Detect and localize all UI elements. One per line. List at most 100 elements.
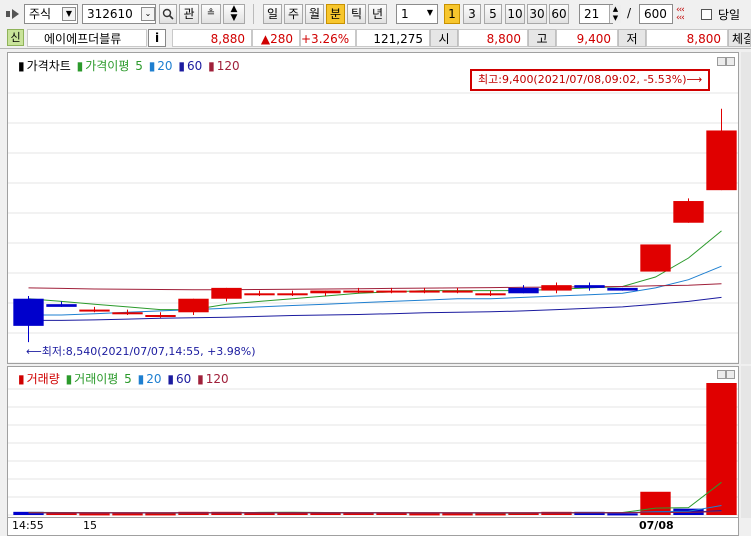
preset-10-label: 10 xyxy=(507,7,523,21)
open-label-text: 시 xyxy=(438,32,450,46)
candle-body xyxy=(343,290,374,293)
volume-value: 121,275 xyxy=(373,32,423,46)
candle-body xyxy=(277,293,308,296)
period-tab-minute-label: 분 xyxy=(329,7,342,21)
change-percent-value: +3.26% xyxy=(301,32,350,46)
price-ma60-label: 60 xyxy=(187,59,203,73)
legend-marker-price: ▮ xyxy=(18,59,25,73)
legend-marker-vma: ▮ xyxy=(65,372,73,386)
period-tab-minute[interactable]: 분 xyxy=(326,4,345,24)
period-tab-week[interactable]: 주 xyxy=(284,4,303,24)
price-ma-line-60 xyxy=(28,296,722,321)
preset-1-button[interactable]: 1 xyxy=(444,4,460,24)
candle-body xyxy=(13,298,44,326)
total-count-input[interactable]: 600 xyxy=(639,4,673,24)
current-price-value: 8,880 xyxy=(210,32,245,46)
preset-60-button[interactable]: 60 xyxy=(549,4,569,24)
candle-body xyxy=(541,285,572,291)
candle-body xyxy=(112,312,143,315)
period-tab-day-label: 일 xyxy=(266,7,279,21)
info-button[interactable]: i xyxy=(148,29,166,47)
interest-label: 관 xyxy=(183,7,195,21)
open-price: 8,800 xyxy=(458,29,528,47)
volume-panel-minimize-icon[interactable] xyxy=(717,370,726,379)
toolbar-divider xyxy=(253,4,254,24)
price-moving-averages xyxy=(28,230,722,321)
chevron-down-icon[interactable]: ▼ xyxy=(423,7,437,21)
volume-ma5-label: 5 xyxy=(124,372,132,386)
preset-3-button[interactable]: 3 xyxy=(463,4,481,24)
legend-marker-vma20: ▮ xyxy=(137,372,145,386)
price-gridlines xyxy=(8,92,738,363)
preset-5-label: 5 xyxy=(489,7,497,21)
preset-5-button[interactable]: 5 xyxy=(484,4,502,24)
info-label: i xyxy=(154,31,160,45)
x-axis-label-0708: 07/08 xyxy=(639,519,674,532)
period-tab-week-label: 주 xyxy=(287,7,300,21)
updown-stepper-icon[interactable]: ▲ ▼ xyxy=(223,4,245,24)
same-day-checkbox[interactable] xyxy=(701,9,712,20)
chevron-down-icon[interactable]: ▼ xyxy=(62,7,76,21)
legend-marker-ma60: ▮ xyxy=(178,59,186,73)
price-change: ▲280 xyxy=(252,29,300,47)
same-day-label: 당일 xyxy=(718,8,741,22)
volume-chart[interactable] xyxy=(8,367,738,517)
volume-panel-close-icon[interactable] xyxy=(726,370,735,379)
preset-30-button[interactable]: 30 xyxy=(527,4,547,24)
credit-badge-label: 신 xyxy=(10,31,21,44)
price-ma20-label: 20 xyxy=(157,59,173,73)
grid-dots-icon[interactable]: ‹‹‹ ‹‹‹ xyxy=(676,6,694,23)
preset-3-label: 3 xyxy=(468,7,476,21)
expand-arrow-icon[interactable] xyxy=(5,6,21,22)
volume-ma-line-5 xyxy=(28,481,722,514)
legend-marker-vma60: ▮ xyxy=(167,372,174,386)
total-count-value: 600 xyxy=(644,7,667,21)
trade-strength-text: 체결강 xyxy=(732,32,750,46)
volume-vertical-scrollbar[interactable] xyxy=(741,366,751,518)
panel-minimize-icon[interactable] xyxy=(726,57,735,66)
market-select-value: 주식 xyxy=(29,7,52,21)
candle-body xyxy=(409,290,440,293)
legend-marker-volume: ▮ xyxy=(18,372,25,386)
legend-marker-vma120: ▮ xyxy=(197,372,204,386)
price-candles xyxy=(13,108,737,343)
count-value: 21 xyxy=(584,7,600,21)
count-input[interactable]: 21 xyxy=(579,4,613,24)
current-price: 8,880 xyxy=(172,29,252,47)
preset-10-button[interactable]: 10 xyxy=(505,4,525,24)
trade-strength-label: 체결강 xyxy=(728,29,751,47)
x-axis-label-1455: 14:55 xyxy=(12,519,44,532)
legend-marker-ma: ▮ xyxy=(76,59,84,73)
price-chart[interactable] xyxy=(8,53,738,363)
credit-badge: 신 xyxy=(7,29,24,46)
candle-body xyxy=(706,130,737,191)
low-label: 저 xyxy=(618,29,646,47)
chevron-down-icon[interactable]: ⌄ xyxy=(141,7,155,21)
low-label-text: 저 xyxy=(626,32,638,46)
period-tab-month[interactable]: 월 xyxy=(305,4,324,24)
volume-legend: ▮ 거래량 ▮ 거래이평 5 ▮ 20 ▮ 60 ▮ 120 xyxy=(18,370,231,387)
volume-chart-panel[interactable]: ▮ 거래량 ▮ 거래이평 5 ▮ 20 ▮ 60 ▮ 120 xyxy=(7,366,739,518)
candle-body xyxy=(178,298,209,313)
interest-button[interactable]: 관 xyxy=(179,4,199,24)
period-tab-tick-label: 틱 xyxy=(350,7,363,21)
link-icon[interactable]: ≗ xyxy=(201,4,221,24)
panel-close-icon[interactable] xyxy=(717,57,726,66)
candle-body xyxy=(442,290,473,293)
candle-body xyxy=(376,290,407,293)
legend-marker-ma20: ▮ xyxy=(148,59,156,73)
price-vertical-scrollbar[interactable] xyxy=(741,52,751,364)
price-chart-panel[interactable]: ▮ 가격차트 ▮ 가격이평 5 ▮ 20 ▮ 60 ▮ 120 최고:9,400(2021… xyxy=(7,52,739,364)
period-tab-tick[interactable]: 틱 xyxy=(347,4,366,24)
period-tab-year[interactable]: 년 xyxy=(368,4,387,24)
period-tab-day[interactable]: 일 xyxy=(263,4,282,24)
candle-body xyxy=(244,293,275,296)
slash-separator: / xyxy=(627,6,632,20)
search-button[interactable] xyxy=(159,4,177,24)
volume-bar xyxy=(409,513,440,516)
count-stepper-icon[interactable]: ▲ ▼ xyxy=(609,5,621,23)
candle-body xyxy=(475,293,506,296)
candle-body xyxy=(46,304,77,307)
preset-1-label: 1 xyxy=(448,7,456,21)
volume-bar xyxy=(607,513,638,516)
